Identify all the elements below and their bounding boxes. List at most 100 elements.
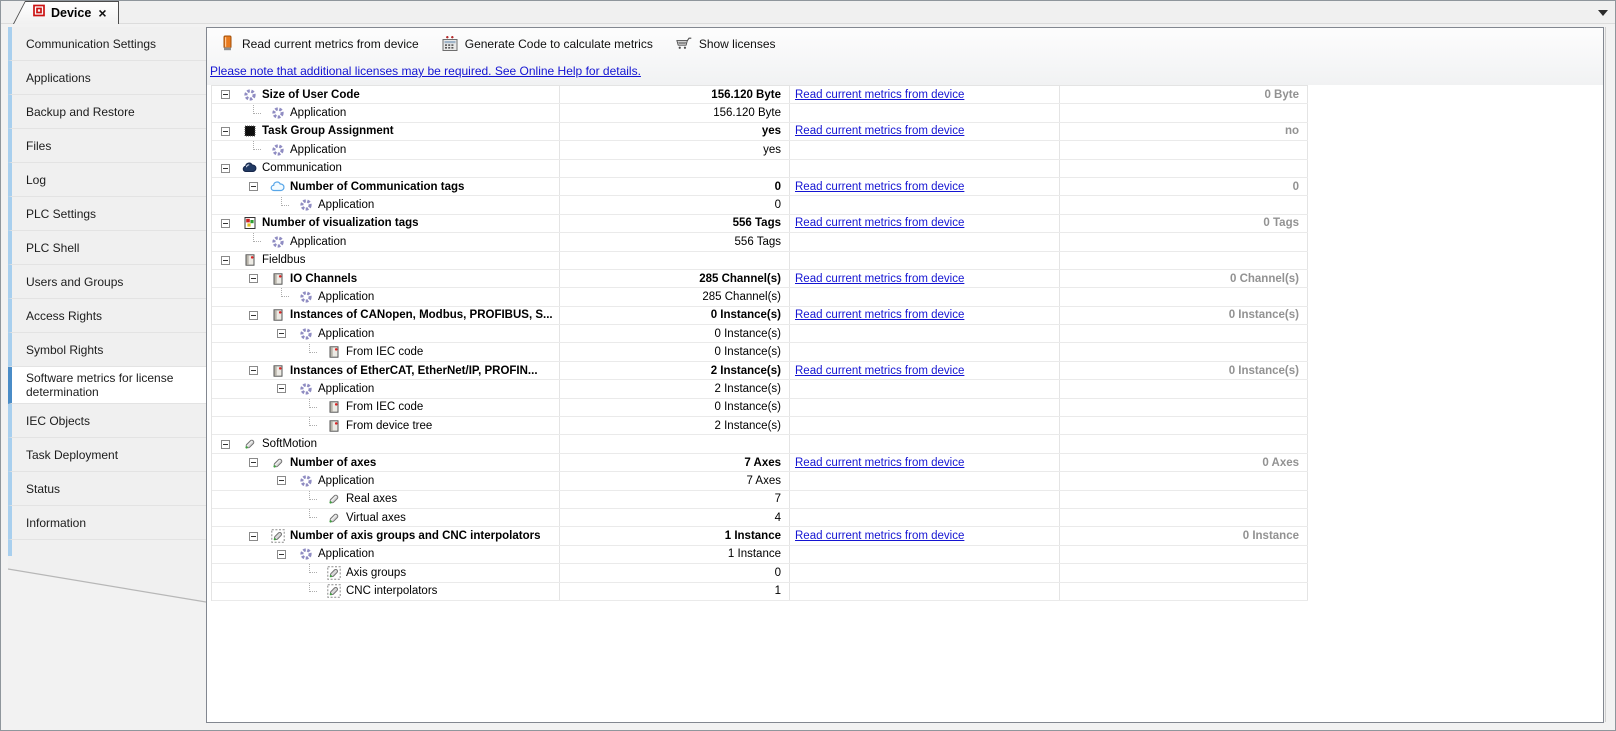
sidebar-item-applications[interactable]: Applications bbox=[8, 61, 206, 95]
read-metrics-link[interactable]: Read current metrics from device bbox=[795, 89, 964, 101]
metric-row-application: Application0 bbox=[212, 196, 1308, 214]
read-metrics-link[interactable]: Read current metrics from device bbox=[795, 273, 964, 285]
device-icon bbox=[270, 272, 285, 286]
metric-link-cell: Read current metrics from device bbox=[790, 178, 1060, 195]
tree-slot bbox=[248, 311, 270, 320]
generate-code-to-calculate-metrics-button[interactable]: Generate Code to calculate metrics bbox=[437, 33, 657, 54]
sidebar-item-task-deployment[interactable]: Task Deployment bbox=[8, 438, 206, 472]
collapse-expander-icon[interactable] bbox=[277, 329, 286, 338]
license-note-link[interactable]: Please note that additional licenses may… bbox=[210, 64, 641, 78]
metric-link-cell bbox=[790, 583, 1060, 600]
sidebar-item-symbol-rights[interactable]: Symbol Rights bbox=[8, 333, 206, 367]
metric-row-instances-of-ethercat-ethernet-ip-profin: Instances of EtherCAT, EtherNet/IP, PROF… bbox=[212, 362, 1308, 380]
metric-link-cell bbox=[790, 288, 1060, 305]
collapse-expander-icon[interactable] bbox=[249, 366, 258, 375]
axis-dashed-icon bbox=[270, 529, 285, 543]
tree-slot bbox=[220, 256, 242, 265]
sidebar-item-plc-shell[interactable]: PLC Shell bbox=[8, 231, 206, 265]
read-metrics-link[interactable]: Read current metrics from device bbox=[795, 217, 964, 229]
tree-slot bbox=[276, 292, 298, 301]
metric-row-number-of-axes: Number of axes7 AxesRead current metrics… bbox=[212, 454, 1308, 472]
metric-link-cell: Read current metrics from device bbox=[790, 527, 1060, 544]
sidebar-item-status[interactable]: Status bbox=[8, 472, 206, 506]
sidebar-item-access-rights[interactable]: Access Rights bbox=[8, 299, 206, 333]
collapse-expander-icon[interactable] bbox=[277, 384, 286, 393]
sidebar-item-software-metrics-for-license-determination[interactable]: Software metrics for license determinati… bbox=[8, 367, 206, 404]
tree-slot bbox=[304, 403, 326, 412]
close-icon[interactable]: × bbox=[98, 6, 106, 20]
read-metrics-link[interactable]: Read current metrics from device bbox=[795, 365, 964, 377]
collapse-expander-icon[interactable] bbox=[249, 311, 258, 320]
sidebar-item-iec-objects[interactable]: IEC Objects bbox=[8, 404, 206, 438]
metric-row-number-of-axis-groups-and-cnc-interpolators: Number of axis groups and CNC interpolat… bbox=[212, 527, 1308, 545]
metric-device-value-cell bbox=[1060, 380, 1308, 397]
metric-label: Instances of CANopen, Modbus, PROFIBUS, … bbox=[290, 309, 553, 321]
tree-slot bbox=[220, 219, 242, 228]
device-icon bbox=[326, 400, 341, 414]
metric-value-cell: 1 Instance bbox=[560, 546, 790, 563]
metric-value-cell: 2 Instance(s) bbox=[560, 362, 790, 379]
sidebar-item-files[interactable]: Files bbox=[8, 129, 206, 163]
collapse-expander-icon[interactable] bbox=[249, 182, 258, 191]
generate-code-icon bbox=[441, 35, 459, 52]
sidebar-item-log[interactable]: Log bbox=[8, 163, 206, 197]
read-metrics-link[interactable]: Read current metrics from device bbox=[795, 530, 964, 542]
sidebar-item-communication-settings[interactable]: Communication Settings bbox=[8, 27, 206, 61]
tree-slot bbox=[304, 568, 326, 577]
metric-label: Application bbox=[318, 291, 374, 303]
collapse-expander-icon[interactable] bbox=[277, 476, 286, 485]
metric-value-cell: yes bbox=[560, 123, 790, 140]
metric-name-cell: Axis groups bbox=[212, 564, 560, 581]
metric-row-application: Application285 Channel(s) bbox=[212, 288, 1308, 306]
read-metrics-link[interactable]: Read current metrics from device bbox=[795, 457, 964, 469]
metric-label: Number of Communication tags bbox=[290, 181, 464, 193]
read-metrics-link[interactable]: Read current metrics from device bbox=[795, 125, 964, 137]
metric-device-value-cell bbox=[1060, 399, 1308, 416]
metric-device-value-cell: 0 bbox=[1060, 178, 1308, 195]
tree-slot bbox=[276, 384, 298, 393]
metric-label: IO Channels bbox=[290, 273, 357, 285]
tab-overflow-chevron-down-icon[interactable] bbox=[1598, 10, 1608, 16]
metric-name-cell: Number of visualization tags bbox=[212, 215, 560, 232]
metric-device-value-cell bbox=[1060, 546, 1308, 563]
metric-label: Axis groups bbox=[346, 567, 406, 579]
read-metrics-link[interactable]: Read current metrics from device bbox=[795, 309, 964, 321]
gear-icon bbox=[298, 474, 313, 488]
metric-value-cell bbox=[560, 435, 790, 452]
metric-device-value-cell bbox=[1060, 435, 1308, 452]
sidebar-item-users-and-groups[interactable]: Users and Groups bbox=[8, 265, 206, 299]
metric-name-cell: From IEC code bbox=[212, 343, 560, 360]
sidebar-item-backup-and-restore[interactable]: Backup and Restore bbox=[8, 95, 206, 129]
visu-icon bbox=[242, 216, 257, 230]
collapse-expander-icon[interactable] bbox=[249, 532, 258, 541]
metric-value-cell: 7 bbox=[560, 491, 790, 508]
collapse-expander-icon[interactable] bbox=[277, 550, 286, 559]
collapse-expander-icon[interactable] bbox=[249, 458, 258, 467]
collapse-expander-icon[interactable] bbox=[221, 127, 230, 136]
gear-icon bbox=[298, 198, 313, 212]
metric-row-application: Applicationyes bbox=[212, 141, 1308, 159]
tree-slot bbox=[248, 458, 270, 467]
metric-row-application: Application2 Instance(s) bbox=[212, 380, 1308, 398]
metric-link-cell bbox=[790, 196, 1060, 213]
tree-slot bbox=[304, 587, 326, 596]
metric-device-value-cell bbox=[1060, 583, 1308, 600]
collapse-expander-icon[interactable] bbox=[221, 440, 230, 449]
metric-row-io-channels: IO Channels285 Channel(s)Read current me… bbox=[212, 270, 1308, 288]
collapse-expander-icon[interactable] bbox=[249, 274, 258, 283]
collapse-expander-icon[interactable] bbox=[221, 219, 230, 228]
metric-device-value-cell: 0 Tags bbox=[1060, 215, 1308, 232]
sidebar-item-information[interactable]: Information bbox=[8, 506, 206, 540]
read-metrics-link[interactable]: Read current metrics from device bbox=[795, 181, 964, 193]
show-licenses-button[interactable]: Show licenses bbox=[671, 33, 780, 54]
sidebar-item-plc-settings[interactable]: PLC Settings bbox=[8, 197, 206, 231]
metric-name-cell: Number of Communication tags bbox=[212, 178, 560, 195]
collapse-expander-icon[interactable] bbox=[221, 256, 230, 265]
tree-leaf-connector bbox=[253, 105, 261, 114]
sidebar-item-label: Log bbox=[26, 173, 46, 187]
metric-row-virtual-axes: Virtual axes4 bbox=[212, 509, 1308, 527]
read-current-metrics-from-device-button[interactable]: Read current metrics from device bbox=[214, 33, 423, 54]
collapse-expander-icon[interactable] bbox=[221, 164, 230, 173]
tab-device[interactable]: Device × bbox=[13, 1, 119, 24]
collapse-expander-icon[interactable] bbox=[221, 90, 230, 99]
